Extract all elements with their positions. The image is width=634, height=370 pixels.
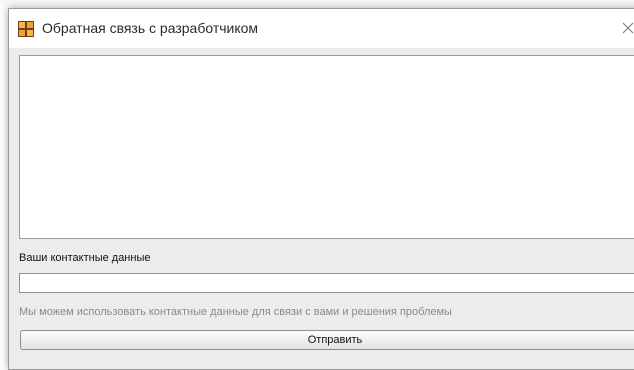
close-button[interactable] <box>617 17 634 39</box>
title-bar[interactable]: Обратная связь с разработчиком <box>9 9 634 48</box>
feedback-message-textarea[interactable] <box>19 55 634 239</box>
contact-hint: Мы можем использовать контактные данные … <box>19 306 452 318</box>
close-icon <box>622 22 634 34</box>
app-window-icon <box>18 21 34 37</box>
feedback-dialog: Обратная связь с разработчиком Ваши конт… <box>8 8 634 370</box>
contact-input[interactable] <box>19 273 634 293</box>
window-title: Обратная связь с разработчиком <box>42 20 259 36</box>
send-button[interactable]: Отправить <box>20 330 634 350</box>
contact-label: Ваши контактные данные <box>19 252 151 264</box>
